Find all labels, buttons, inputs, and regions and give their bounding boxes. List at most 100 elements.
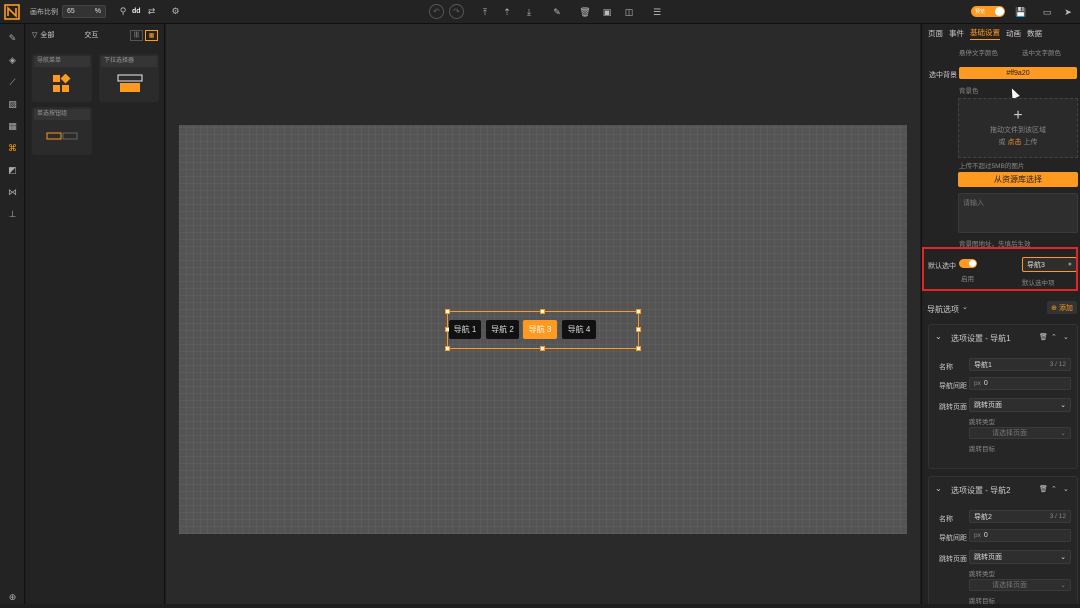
- component-panel: ▽ 全部 交互 ||| ▦ 导航菜单 下拉选择器 单选按钮组: [26, 24, 165, 604]
- brush-icon[interactable]: ✎: [550, 5, 564, 19]
- redo-icon[interactable]: ↷: [449, 4, 464, 19]
- spacing-input[interactable]: px 0: [969, 377, 1071, 390]
- filter-icon[interactable]: ▽: [32, 31, 37, 39]
- from-library-button[interactable]: 从资源库选择: [958, 172, 1078, 187]
- app-logo[interactable]: [0, 0, 24, 24]
- nav-options-label[interactable]: 导航选项: [927, 304, 959, 315]
- nav-item-3[interactable]: 导航 3: [523, 320, 557, 339]
- tab-animation[interactable]: 动画: [1006, 28, 1021, 39]
- jump-target-label: 跳转目标: [969, 446, 995, 453]
- list-view-icon[interactable]: |||: [130, 29, 143, 41]
- component-card-radio-group[interactable]: 单选按钮组: [32, 107, 92, 155]
- resize-handle[interactable]: [445, 346, 450, 351]
- resize-handle[interactable]: [636, 309, 641, 314]
- tab-events[interactable]: 事件: [949, 28, 964, 39]
- shapes-icon[interactable]: ◩: [0, 159, 25, 181]
- delete-icon[interactable]: 🗑: [1039, 485, 1048, 493]
- name-label: 名称: [939, 516, 953, 523]
- edit-icon[interactable]: ✎: [0, 27, 25, 49]
- chevron-down-icon: ⌄: [1060, 402, 1066, 409]
- upload-note: 上传不超过5MB的图片: [959, 163, 1025, 170]
- resize-handle[interactable]: [636, 327, 641, 332]
- user-name: dd: [132, 8, 141, 15]
- jump-page-select[interactable]: 请选择页面 ⌄: [969, 427, 1071, 439]
- jump-type-label: 跳转类型: [969, 571, 995, 578]
- nav-item-4[interactable]: 导航 4: [562, 320, 596, 339]
- chart-icon[interactable]: ⟋: [0, 71, 25, 93]
- layers-icon[interactable]: ◈: [0, 49, 25, 71]
- tab-basic-settings[interactable]: 基础设置: [970, 27, 1000, 40]
- section-chevron-icon[interactable]: ⌄: [935, 332, 942, 341]
- add-icon: ⊕: [1051, 304, 1057, 312]
- canvas-ratio-input[interactable]: 65 %: [62, 5, 106, 18]
- resize-handle[interactable]: [445, 309, 450, 314]
- image-icon[interactable]: ▨: [0, 93, 25, 115]
- upload-text: 拖动文件到该区域: [990, 127, 1046, 134]
- stamp-icon[interactable]: ⊥: [0, 203, 25, 225]
- selected-bg-label: 选中背景: [929, 72, 957, 79]
- dropdown-icon: [117, 74, 143, 92]
- component-card-dropdown[interactable]: 下拉选择器: [99, 54, 159, 102]
- user-icon: ⚲: [119, 6, 127, 16]
- name-input[interactable]: 导航2 3 / 12: [969, 510, 1071, 523]
- grid-view-icon[interactable]: ▦: [145, 29, 158, 41]
- resize-handle[interactable]: [540, 309, 545, 314]
- filter-all[interactable]: 全部: [40, 30, 54, 40]
- delete-icon[interactable]: 🗑: [578, 5, 592, 19]
- ungroup-icon[interactable]: ◫: [622, 5, 636, 19]
- tab-page[interactable]: 页面: [928, 28, 943, 39]
- chevron-down-icon: ⌄: [1060, 582, 1066, 589]
- delete-icon[interactable]: 🗑: [1039, 333, 1048, 341]
- download-icon[interactable]: ⤓: [522, 5, 536, 19]
- bring-top-icon[interactable]: ⇡: [500, 5, 514, 19]
- chevron-down-icon[interactable]: ⌄: [1063, 333, 1069, 341]
- left-rail: ✎ ◈ ⟋ ▨ ▦ ⌘ ◩ ⋈ ⊥ ⊕: [0, 24, 25, 604]
- save-icon[interactable]: 💾: [1014, 5, 1028, 19]
- preview-toggle[interactable]: 预览: [971, 6, 1005, 17]
- component-card-nav-menu[interactable]: 导航菜单: [32, 54, 92, 102]
- jump-page-select[interactable]: 请选择页面 ⌄: [969, 579, 1071, 591]
- chevron-down-icon: ⌄: [1060, 554, 1066, 561]
- spacing-input[interactable]: px 0: [969, 529, 1071, 542]
- name-input[interactable]: 导航1 3 / 12: [969, 358, 1071, 371]
- chevron-up-icon[interactable]: ⌃: [1051, 333, 1057, 341]
- plus-icon: +: [1013, 107, 1023, 124]
- chevron-down-icon: ⌄: [1060, 430, 1066, 437]
- group-icon[interactable]: ▣: [600, 5, 614, 19]
- resize-handle[interactable]: [540, 346, 545, 351]
- nav-item-2[interactable]: 导航 2: [486, 320, 519, 339]
- interact-icon[interactable]: ⌘: [0, 137, 25, 159]
- selected-bg-color-field[interactable]: #ff9a20: [959, 67, 1077, 79]
- option-section-1: ⌄ 选项设置 - 导航1 🗑 ⌃ ⌄ 名称 导航1 3 / 12 导航间距 px…: [928, 324, 1078, 469]
- globe-icon[interactable]: ⊕: [0, 586, 25, 608]
- tab-data[interactable]: 数据: [1027, 28, 1042, 39]
- upload-icon[interactable]: ⤒: [478, 5, 492, 19]
- chevron-down-icon[interactable]: ⌄: [962, 303, 968, 311]
- table-icon[interactable]: ▦: [0, 115, 25, 137]
- top-toolbar: 画布比例 65 % ⚲ dd ⇄ ⚙ ↶ ↷ ⤒ ⇡ ⤓ ✎ 🗑 ▣ ◫ ☰ 预…: [0, 0, 1080, 24]
- publish-icon[interactable]: ➤: [1061, 5, 1075, 19]
- section-chevron-icon[interactable]: ⌄: [935, 484, 942, 493]
- add-option-button[interactable]: ⊕ 添加: [1047, 301, 1077, 314]
- tab-interact[interactable]: 交互: [84, 30, 98, 40]
- name-label: 名称: [939, 364, 953, 371]
- monitor-icon[interactable]: ▭: [1040, 5, 1054, 19]
- swap-icon[interactable]: ⇄: [145, 5, 159, 19]
- align-icon[interactable]: ☰: [650, 5, 664, 19]
- card-title: 单选按钮组: [34, 109, 90, 120]
- chevron-up-icon[interactable]: ⌃: [1051, 485, 1057, 493]
- upload-dropzone[interactable]: + 拖动文件到该区域 或 点击 上传: [958, 98, 1078, 158]
- undo-icon[interactable]: ↶: [429, 4, 444, 19]
- nav-item-1[interactable]: 导航 1: [449, 320, 481, 339]
- resize-handle[interactable]: [636, 346, 641, 351]
- flow-icon[interactable]: ⋈: [0, 181, 25, 203]
- card-title: 导航菜单: [34, 56, 90, 67]
- settings-icon[interactable]: ⚙: [169, 5, 183, 19]
- user-menu[interactable]: ⚲ dd: [116, 5, 141, 19]
- jump-select[interactable]: 跳转页面 ⌄: [969, 550, 1071, 564]
- bg-url-textarea[interactable]: 请输入: [958, 193, 1078, 233]
- upload-click-link[interactable]: 点击: [1008, 139, 1022, 146]
- chevron-down-icon[interactable]: ⌄: [1063, 485, 1069, 493]
- jump-select[interactable]: 跳转页面 ⌄: [969, 398, 1071, 412]
- design-stage[interactable]: 导航 1 导航 2 导航 3 导航 4: [179, 125, 907, 534]
